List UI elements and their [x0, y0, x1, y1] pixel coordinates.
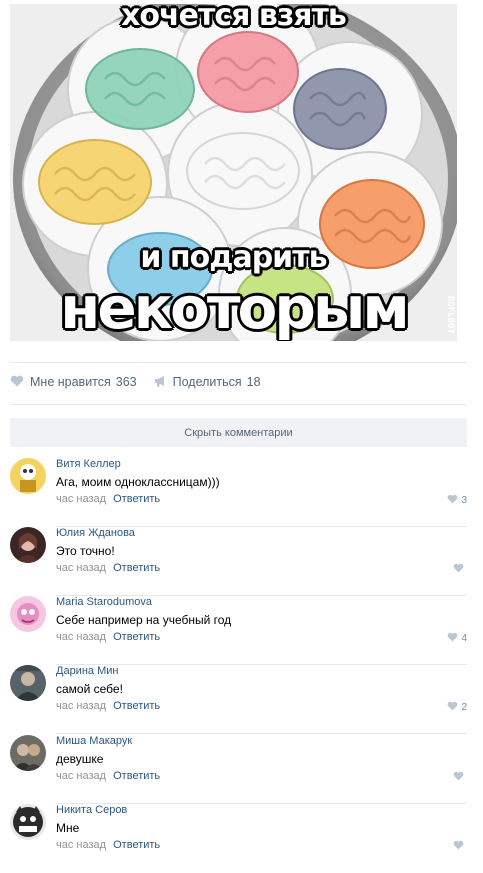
comment-author[interactable]: Дарина Мин	[56, 665, 118, 677]
avatar[interactable]	[10, 804, 46, 840]
comment-meta: час назад Ответить	[56, 839, 160, 851]
divider	[10, 362, 467, 363]
comment-time[interactable]: час назад	[56, 770, 106, 782]
comment-author[interactable]: Maria Starodumova	[56, 596, 152, 608]
share-label: Поделиться	[172, 375, 242, 389]
heart-icon	[447, 701, 458, 714]
comment-like-count: 3	[461, 495, 467, 506]
like-button[interactable]: Мне нравится 363	[10, 375, 137, 390]
comment-time[interactable]: час назад	[56, 700, 106, 712]
comment-item: Дарина Мин самой себе! час назад Ответит…	[10, 665, 467, 734]
comment-like-button[interactable]	[453, 771, 467, 784]
comment-item: Юлия Жданова Это точно! час назад Ответи…	[10, 527, 467, 596]
heart-icon	[447, 494, 458, 507]
meme-top-caption: хочется взять	[121, 4, 347, 33]
watermark: ROFLBOT	[445, 296, 455, 334]
comment-like-button[interactable]	[453, 840, 467, 853]
comment-text: Себе например на учебный год	[56, 613, 232, 627]
comment-time[interactable]: час назад	[56, 562, 106, 574]
reply-link[interactable]: Ответить	[113, 839, 160, 851]
reply-link[interactable]: Ответить	[113, 631, 160, 643]
comment-item: Никита Серов Мне час назад Ответить	[10, 804, 467, 873]
comment-meta: час назад Ответить	[56, 770, 160, 782]
comment-item: Миша Макарук девушке час назад Ответить	[10, 735, 467, 804]
comment-author[interactable]: Витя Келлер	[56, 458, 121, 470]
like-count: 363	[115, 375, 137, 389]
comment-author[interactable]: Миша Макарук	[56, 735, 132, 747]
meme-middle-caption: и подарить	[140, 240, 327, 275]
avatar[interactable]	[10, 527, 46, 563]
post-actions: Мне нравится 363 Поделиться 18	[10, 373, 261, 391]
heart-icon	[453, 771, 464, 784]
heart-icon	[453, 563, 464, 576]
comment-text: Мне	[56, 821, 80, 835]
share-button[interactable]: Поделиться 18	[154, 375, 261, 390]
comment-meta: час назад Ответить	[56, 562, 160, 574]
divider	[10, 404, 467, 405]
avatar[interactable]	[10, 735, 46, 771]
comment-meta: час назад Ответить	[56, 493, 160, 505]
comment-like-button[interactable]: 3	[447, 494, 467, 507]
comment-meta: час назад Ответить	[56, 631, 160, 643]
comment-like-button[interactable]: 2	[447, 701, 467, 714]
reply-link[interactable]: Ответить	[113, 700, 160, 712]
comment-text: девушке	[56, 752, 104, 766]
hide-comments-button[interactable]: Скрыть комментарии	[10, 418, 467, 447]
comment-time[interactable]: час назад	[56, 493, 106, 505]
comment-like-count: 4	[461, 633, 467, 644]
like-label: Мне нравится	[30, 375, 111, 389]
comment-meta: час назад Ответить	[56, 700, 160, 712]
comment-time[interactable]: час назад	[56, 839, 106, 851]
avatar[interactable]	[10, 596, 46, 632]
comment-time[interactable]: час назад	[56, 631, 106, 643]
comment-item: Maria Starodumova Себе например на учебн…	[10, 596, 467, 665]
comment-item: Витя Келлер Ага, моим одноклассницам))) …	[10, 458, 467, 527]
megaphone-icon	[154, 375, 167, 390]
post-image[interactable]: хочется взять и подарить некоторым ROFLB…	[10, 4, 457, 341]
comment-like-button[interactable]	[453, 563, 467, 576]
heart-icon	[10, 375, 24, 390]
avatar[interactable]	[10, 665, 46, 701]
comment-like-count: 2	[461, 702, 467, 713]
comment-author[interactable]: Юлия Жданова	[56, 527, 135, 539]
share-count: 18	[246, 375, 261, 389]
comment-text: Это точно!	[56, 544, 115, 558]
reply-link[interactable]: Ответить	[113, 562, 160, 574]
meme-bottom-caption: некоторым	[60, 274, 409, 341]
comment-divider	[56, 733, 467, 734]
reply-link[interactable]: Ответить	[113, 493, 160, 505]
comment-text: Ага, моим одноклассницам)))	[56, 475, 220, 489]
avatar[interactable]	[10, 458, 46, 494]
heart-icon	[447, 632, 458, 645]
reply-link[interactable]: Ответить	[113, 770, 160, 782]
comment-text: самой себе!	[56, 682, 123, 696]
heart-icon	[453, 840, 464, 853]
comment-like-button[interactable]: 4	[447, 632, 467, 645]
comment-author[interactable]: Никита Серов	[56, 804, 127, 816]
